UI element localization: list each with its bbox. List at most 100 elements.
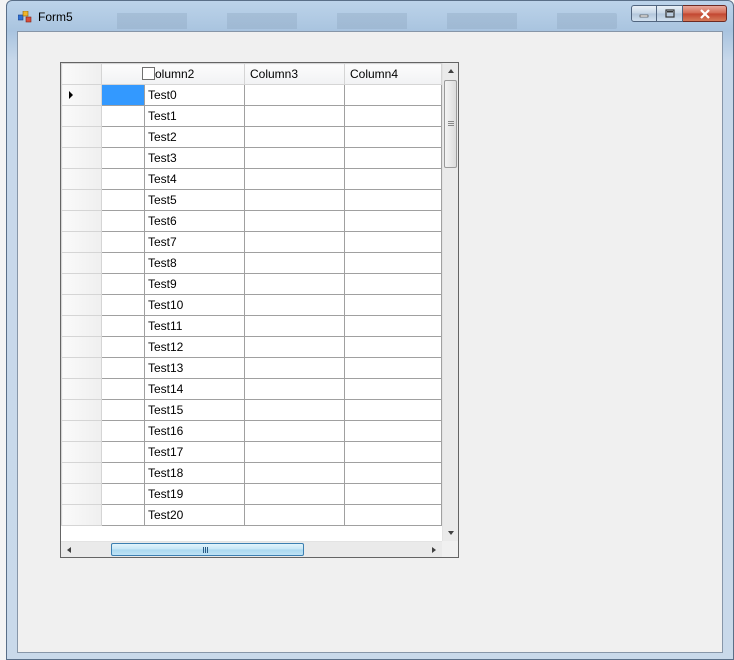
empty-cell[interactable] (244, 399, 345, 421)
empty-cell[interactable] (344, 315, 442, 337)
empty-cell[interactable] (344, 483, 442, 505)
maximize-button[interactable] (657, 5, 683, 22)
empty-cell[interactable] (344, 273, 442, 295)
checkbox-cell[interactable] (101, 420, 145, 442)
checkbox-cell[interactable] (101, 483, 145, 505)
table-row[interactable]: Test14 (61, 378, 442, 400)
empty-cell[interactable] (344, 168, 442, 190)
empty-cell[interactable] (244, 357, 345, 379)
empty-cell[interactable] (244, 189, 345, 211)
table-row[interactable]: Test19 (61, 483, 442, 505)
table-row[interactable]: Test18 (61, 462, 442, 484)
checkbox-cell[interactable] (101, 210, 145, 232)
row-header-cell[interactable] (61, 147, 102, 169)
text-cell[interactable]: Test18 (144, 462, 245, 484)
checkbox-cell[interactable] (101, 189, 145, 211)
minimize-button[interactable] (631, 5, 657, 22)
table-row[interactable]: Test2 (61, 126, 442, 148)
table-row[interactable]: Test8 (61, 252, 442, 274)
scroll-left-button[interactable] (61, 542, 77, 557)
empty-cell[interactable] (244, 252, 345, 274)
empty-cell[interactable] (344, 147, 442, 169)
row-header-cell[interactable] (61, 462, 102, 484)
empty-cell[interactable] (244, 378, 345, 400)
checkbox-cell[interactable] (101, 231, 145, 253)
empty-cell[interactable] (244, 315, 345, 337)
table-row[interactable]: Test3 (61, 147, 442, 169)
row-header-cell[interactable] (61, 336, 102, 358)
table-row[interactable]: Test17 (61, 441, 442, 463)
empty-cell[interactable] (244, 504, 345, 526)
empty-cell[interactable] (244, 462, 345, 484)
table-row[interactable]: Test15 (61, 399, 442, 421)
text-cell[interactable]: Test17 (144, 441, 245, 463)
empty-cell[interactable] (344, 336, 442, 358)
vertical-scroll-thumb[interactable] (444, 80, 457, 168)
checkbox-cell[interactable] (101, 336, 145, 358)
text-cell[interactable]: Test4 (144, 168, 245, 190)
text-cell[interactable]: Test3 (144, 147, 245, 169)
checkbox-cell[interactable] (101, 357, 145, 379)
text-cell[interactable]: Test15 (144, 399, 245, 421)
empty-cell[interactable] (244, 168, 345, 190)
empty-cell[interactable] (244, 441, 345, 463)
vertical-scrollbar[interactable] (442, 63, 458, 541)
empty-cell[interactable] (344, 441, 442, 463)
checkbox-cell[interactable] (101, 462, 145, 484)
text-cell[interactable]: Test12 (144, 336, 245, 358)
header-checkbox[interactable] (142, 67, 155, 80)
text-cell[interactable]: Test1 (144, 105, 245, 127)
text-cell[interactable]: Test9 (144, 273, 245, 295)
column-header-col4[interactable]: Column4 (344, 63, 442, 85)
empty-cell[interactable] (344, 294, 442, 316)
table-row[interactable]: Test9 (61, 273, 442, 295)
text-cell[interactable]: Test10 (144, 294, 245, 316)
empty-cell[interactable] (244, 126, 345, 148)
column-header-col3[interactable]: Column3 (244, 63, 345, 85)
empty-cell[interactable] (244, 231, 345, 253)
horizontal-scrollbar[interactable] (61, 541, 442, 557)
table-row[interactable]: Test5 (61, 189, 442, 211)
text-cell[interactable]: Test13 (144, 357, 245, 379)
empty-cell[interactable] (344, 378, 442, 400)
empty-cell[interactable] (344, 105, 442, 127)
checkbox-cell[interactable] (101, 399, 145, 421)
close-button[interactable] (683, 5, 727, 22)
checkbox-cell[interactable] (101, 441, 145, 463)
empty-cell[interactable] (244, 84, 345, 106)
empty-cell[interactable] (244, 105, 345, 127)
table-row[interactable]: Test12 (61, 336, 442, 358)
table-row[interactable]: Test11 (61, 315, 442, 337)
row-header-cell[interactable] (61, 168, 102, 190)
empty-cell[interactable] (244, 483, 345, 505)
row-header-cell[interactable] (61, 483, 102, 505)
checkbox-cell[interactable] (101, 294, 145, 316)
table-row[interactable]: Test16 (61, 420, 442, 442)
empty-cell[interactable] (344, 252, 442, 274)
empty-cell[interactable] (344, 231, 442, 253)
row-header-cell[interactable] (61, 231, 102, 253)
empty-cell[interactable] (344, 462, 442, 484)
table-row[interactable]: Test6 (61, 210, 442, 232)
row-header-cell[interactable] (61, 420, 102, 442)
checkbox-cell[interactable] (101, 126, 145, 148)
row-header-cell[interactable] (61, 357, 102, 379)
text-cell[interactable]: Test20 (144, 504, 245, 526)
row-header-cell[interactable] (61, 294, 102, 316)
empty-cell[interactable] (344, 210, 442, 232)
empty-cell[interactable] (244, 336, 345, 358)
empty-cell[interactable] (244, 420, 345, 442)
empty-cell[interactable] (344, 126, 442, 148)
text-cell[interactable]: Test14 (144, 378, 245, 400)
empty-cell[interactable] (344, 399, 442, 421)
text-cell[interactable]: Test8 (144, 252, 245, 274)
empty-cell[interactable] (344, 189, 442, 211)
text-cell[interactable]: Test11 (144, 315, 245, 337)
table-row[interactable]: Test1 (61, 105, 442, 127)
table-row[interactable]: Test7 (61, 231, 442, 253)
horizontal-scroll-thumb[interactable] (111, 543, 304, 556)
row-header-cell[interactable] (61, 189, 102, 211)
empty-cell[interactable] (344, 357, 442, 379)
text-cell[interactable]: Test6 (144, 210, 245, 232)
checkbox-cell[interactable] (101, 315, 145, 337)
